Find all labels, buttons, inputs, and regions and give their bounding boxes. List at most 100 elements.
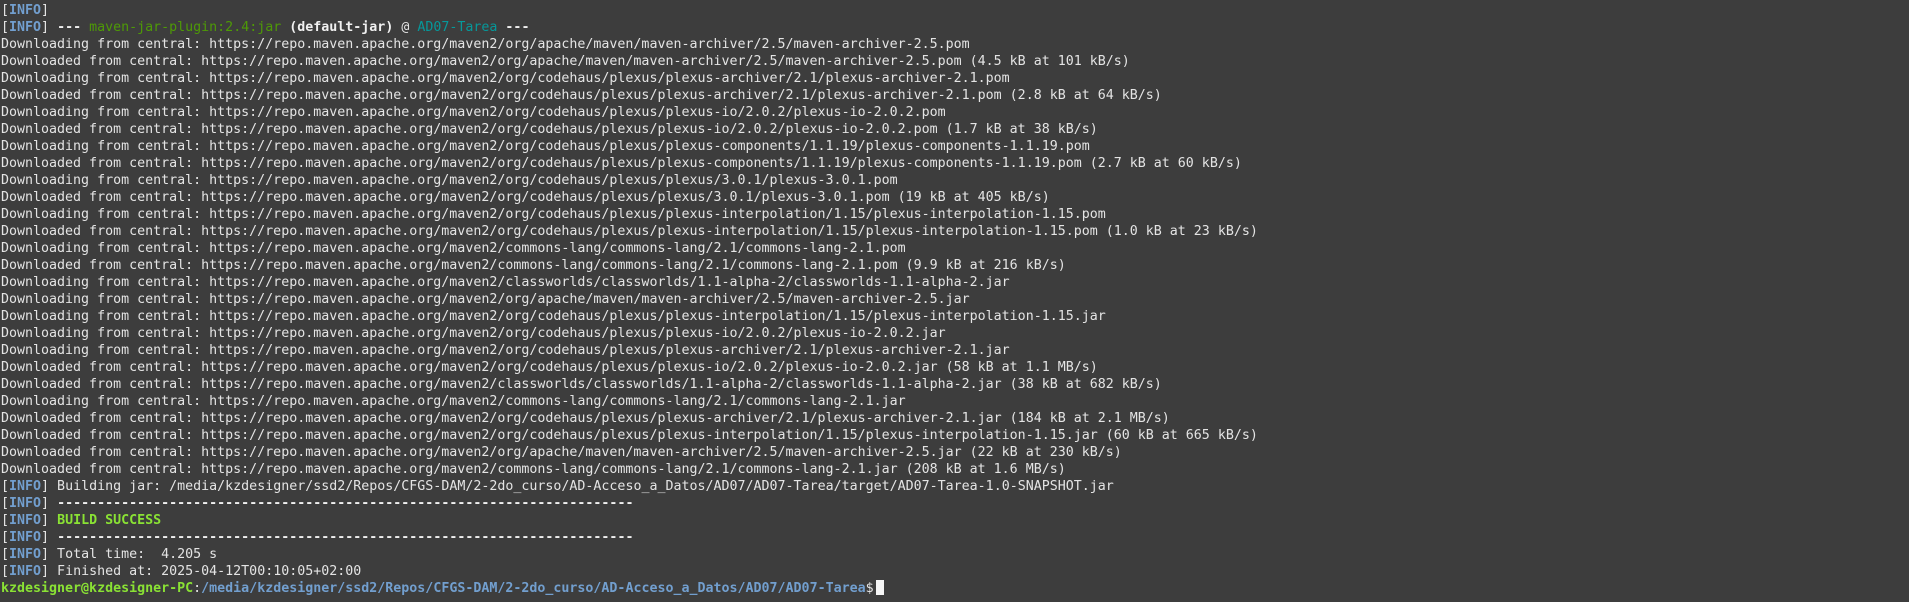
line-text: [ [1, 547, 10, 562]
terminal-line: Downloading from central: https://repo.m… [1, 206, 1909, 223]
terminal-line: Downloaded from central: https://repo.ma… [1, 359, 1909, 376]
line-text: ] Building jar: /media/kzdesigner/ssd2/R… [41, 479, 1114, 494]
line-text: Downloaded from central: https://repo.ma… [1, 224, 1258, 239]
terminal-line: Downloaded from central: https://repo.ma… [1, 427, 1909, 444]
prompt-symbol: $ [865, 581, 874, 596]
line-text: Downloaded from central: https://repo.ma… [1, 428, 1258, 443]
terminal-line: [INFO] BUILD SUCCESS [1, 512, 1909, 529]
line-text: (default-jar) [289, 20, 394, 35]
terminal-line: Downloading from central: https://repo.m… [1, 70, 1909, 87]
line-text: ----------------------------------------… [57, 496, 634, 511]
line-text: ] [41, 530, 58, 545]
log-level-label: INFO [9, 479, 42, 494]
terminal-line: Downloaded from central: https://repo.ma… [1, 376, 1909, 393]
terminal-line: Downloaded from central: https://repo.ma… [1, 155, 1909, 172]
line-text: Downloading from central: https://repo.m… [1, 292, 970, 307]
line-text: maven-jar-plugin:2.4:jar [89, 20, 282, 35]
log-level-label: INFO [9, 496, 42, 511]
log-level-label: INFO [9, 20, 42, 35]
line-text: Downloaded from central: https://repo.ma… [1, 156, 1242, 171]
log-level-label: INFO [9, 547, 42, 562]
prompt-separator: : [193, 581, 202, 596]
shell-prompt[interactable]: kzdesigner@kzdesigner-PC:/media/kzdesign… [1, 580, 1909, 597]
line-text: [ [1, 513, 10, 528]
line-text: AD07-Tarea [417, 20, 498, 35]
line-text: Downloading from central: https://repo.m… [1, 37, 970, 52]
line-text: Downloaded from central: https://repo.ma… [1, 411, 1170, 426]
terminal-line: Downloading from central: https://repo.m… [1, 308, 1909, 325]
prompt-path: /media/kzdesigner/ssd2/Repos/CFGS-DAM/2-… [201, 581, 866, 596]
terminal-line: [INFO] ---------------------------------… [1, 495, 1909, 512]
terminal-line: Downloading from central: https://repo.m… [1, 240, 1909, 257]
terminal-line: Downloading from central: https://repo.m… [1, 172, 1909, 189]
line-text: Downloaded from central: https://repo.ma… [1, 377, 1162, 392]
line-text: Downloading from central: https://repo.m… [1, 394, 906, 409]
terminal-line: [INFO] ---------------------------------… [1, 529, 1909, 546]
line-text: @ [393, 20, 418, 35]
terminal-line: Downloaded from central: https://repo.ma… [1, 189, 1909, 206]
line-text: --- [497, 20, 530, 35]
line-text: ] [41, 496, 58, 511]
line-text: ----------------------------------------… [57, 530, 634, 545]
line-text: [ [1, 496, 10, 511]
line-text: Downloading from central: https://repo.m… [1, 241, 906, 256]
terminal-line: Downloading from central: https://repo.m… [1, 36, 1909, 53]
line-text: [ [1, 479, 10, 494]
line-text: Downloading from central: https://repo.m… [1, 309, 1106, 324]
line-text: Downloading from central: https://repo.m… [1, 173, 898, 188]
line-text: --- [57, 20, 90, 35]
terminal-output[interactable]: [INFO] [INFO] --- maven-jar-plugin:2.4:ja… [1, 2, 1909, 602]
log-level-label: INFO [9, 3, 42, 18]
terminal-line: Downloaded from central: https://repo.ma… [1, 410, 1909, 427]
log-level-label: INFO [9, 564, 42, 579]
terminal-line: [INFO] [1, 2, 1909, 19]
line-text: ] Total time: 4.205 s [41, 547, 218, 562]
line-text: Downloading from central: https://repo.m… [1, 105, 946, 120]
line-text: Downloaded from central: https://repo.ma… [1, 445, 1122, 460]
line-text: ] [41, 20, 58, 35]
terminal-line: Downloading from central: https://repo.m… [1, 325, 1909, 342]
line-text: Downloading from central: https://repo.m… [1, 207, 1106, 222]
line-text: [ [1, 530, 10, 545]
terminal-line: Downloading from central: https://repo.m… [1, 291, 1909, 308]
line-text: Downloaded from central: https://repo.ma… [1, 462, 1066, 477]
terminal-line: Downloaded from central: https://repo.ma… [1, 87, 1909, 104]
line-text: [ [1, 564, 10, 579]
terminal-line: Downloading from central: https://repo.m… [1, 342, 1909, 359]
terminal-line: Downloading from central: https://repo.m… [1, 138, 1909, 155]
terminal-line: Downloading from central: https://repo.m… [1, 104, 1909, 121]
terminal-line: Downloaded from central: https://repo.ma… [1, 257, 1909, 274]
line-text: Downloaded from central: https://repo.ma… [1, 88, 1162, 103]
terminal-line: Downloaded from central: https://repo.ma… [1, 223, 1909, 240]
line-text: ] Finished at: 2025-04-12T00:10:05+02:00 [41, 564, 362, 579]
terminal-line: Downloading from central: https://repo.m… [1, 393, 1909, 410]
build-status: BUILD SUCCESS [57, 513, 162, 528]
prompt-user-host: kzdesigner@kzdesigner-PC [1, 581, 194, 596]
line-text: Downloading from central: https://repo.m… [1, 343, 1010, 358]
line-text: Downloaded from central: https://repo.ma… [1, 190, 1050, 205]
terminal-line: [INFO] Building jar: /media/kzdesigner/s… [1, 478, 1909, 495]
log-level-label: INFO [9, 513, 42, 528]
line-text: ] [41, 3, 50, 18]
line-text: Downloaded from central: https://repo.ma… [1, 360, 1098, 375]
line-text: Downloaded from central: https://repo.ma… [1, 54, 1130, 69]
terminal-line: Downloaded from central: https://repo.ma… [1, 53, 1909, 70]
terminal-line: Downloaded from central: https://repo.ma… [1, 121, 1909, 138]
log-level-label: INFO [9, 530, 42, 545]
line-text: Downloading from central: https://repo.m… [1, 139, 1090, 154]
line-text: Downloaded from central: https://repo.ma… [1, 258, 1066, 273]
terminal-line: [INFO] --- maven-jar-plugin:2.4:jar (def… [1, 19, 1909, 36]
line-text: ] [41, 513, 58, 528]
line-text: Downloading from central: https://repo.m… [1, 71, 1010, 86]
line-text: Downloading from central: https://repo.m… [1, 275, 1010, 290]
terminal-line: [INFO] Finished at: 2025-04-12T00:10:05+… [1, 563, 1909, 580]
line-text: Downloaded from central: https://repo.ma… [1, 122, 1098, 137]
text-cursor [875, 580, 884, 595]
terminal-line: Downloading from central: https://repo.m… [1, 274, 1909, 291]
terminal-line: Downloaded from central: https://repo.ma… [1, 444, 1909, 461]
line-text: [ [1, 20, 10, 35]
line-text: [ [1, 3, 10, 18]
line-text: Downloading from central: https://repo.m… [1, 326, 946, 341]
terminal-line: Downloaded from central: https://repo.ma… [1, 461, 1909, 478]
terminal-line: [INFO] Total time: 4.205 s [1, 546, 1909, 563]
